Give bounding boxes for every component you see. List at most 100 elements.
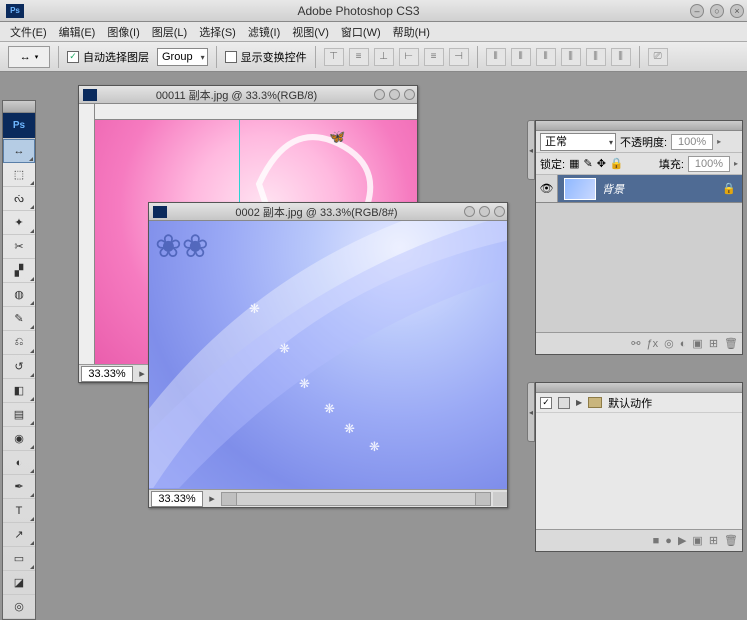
- distribute-right-icon[interactable]: ⫼: [611, 48, 631, 66]
- stop-icon[interactable]: ■: [653, 535, 660, 547]
- doc2-maximize[interactable]: [479, 206, 490, 217]
- lock-pixels-icon[interactable]: ✎: [583, 157, 592, 170]
- heal-tool[interactable]: ◍: [3, 283, 35, 307]
- menu-edit[interactable]: 编辑(E): [53, 22, 102, 42]
- doc1-zoom[interactable]: 33.33%: [81, 366, 133, 382]
- align-top-icon[interactable]: ⊤: [324, 48, 344, 66]
- action-toggle-check[interactable]: ✓: [540, 397, 552, 409]
- new-action-icon[interactable]: ⊞: [709, 534, 718, 547]
- gradient-tool[interactable]: ▤: [3, 403, 35, 427]
- play-icon[interactable]: ▶: [678, 534, 686, 547]
- align-left-icon[interactable]: ⊢: [399, 48, 419, 66]
- new-group-icon[interactable]: ▣: [692, 337, 702, 350]
- type-tool[interactable]: T: [3, 499, 35, 523]
- document-window-2[interactable]: 0002 副本.jpg @ 33.3%(RGB/8#) ❀❀ ❋ ❋ ❋ ❋ ❋…: [148, 202, 508, 508]
- doc2-titlebar[interactable]: 0002 副本.jpg @ 33.3%(RGB/8#): [149, 203, 507, 221]
- eraser-tool[interactable]: ◧: [3, 379, 35, 403]
- actions-list[interactable]: ✓ ▶ 默认动作: [536, 393, 742, 529]
- blend-mode-dropdown[interactable]: 正常: [540, 133, 616, 151]
- lasso-tool[interactable]: ᔔ: [3, 187, 35, 211]
- wand-tool[interactable]: ✦: [3, 211, 35, 235]
- doc2-hscroll[interactable]: [221, 492, 491, 506]
- auto-select-type-dropdown[interactable]: Group: [157, 48, 208, 66]
- doc2-zoom[interactable]: 33.33%: [151, 491, 203, 507]
- layer-name[interactable]: 背景: [602, 181, 722, 197]
- layers-panel-toggle[interactable]: ◂: [527, 120, 535, 180]
- ps-icon[interactable]: Ps: [3, 113, 35, 139]
- dodge-tool[interactable]: ◐: [3, 451, 35, 475]
- ruler-vertical[interactable]: [79, 104, 95, 364]
- auto-select-checkbox[interactable]: ✓: [67, 51, 79, 63]
- quick-mask[interactable]: ◎: [3, 595, 35, 619]
- record-icon[interactable]: ●: [665, 535, 672, 547]
- doc2-info-icon[interactable]: ▸: [205, 492, 219, 505]
- distribute-top-icon[interactable]: ⫴: [486, 48, 506, 66]
- history-brush-tool[interactable]: ↺: [3, 355, 35, 379]
- blur-tool[interactable]: ◉: [3, 427, 35, 451]
- delete-action-icon[interactable]: 🗑: [724, 534, 738, 547]
- align-vcenter-icon[interactable]: ≡: [349, 48, 369, 66]
- stamp-tool[interactable]: ⎌: [3, 331, 35, 355]
- minimize-button[interactable]: –: [690, 4, 704, 18]
- doc1-titlebar[interactable]: 00011 副本.jpg @ 33.3%(RGB/8): [79, 86, 417, 104]
- tools-grip[interactable]: [3, 101, 35, 113]
- close-button[interactable]: ×: [730, 4, 744, 18]
- doc1-close[interactable]: [404, 89, 415, 100]
- layer-fx-icon[interactable]: ƒx: [647, 338, 659, 350]
- maximize-button[interactable]: ○: [710, 4, 724, 18]
- delete-layer-icon[interactable]: 🗑: [724, 337, 738, 350]
- layers-list[interactable]: 👁 背景 🔒: [536, 175, 742, 332]
- crop-tool[interactable]: ✂: [3, 235, 35, 259]
- new-layer-icon[interactable]: ⊞: [709, 337, 718, 350]
- color-swatch[interactable]: ◪: [3, 571, 35, 595]
- slice-tool[interactable]: ▞: [3, 259, 35, 283]
- doc1-minimize[interactable]: [374, 89, 385, 100]
- move-tool[interactable]: ↔: [3, 139, 35, 163]
- align-hcenter-icon[interactable]: ≡: [424, 48, 444, 66]
- link-layers-icon[interactable]: ⚯: [631, 337, 640, 350]
- fill-flyout-icon[interactable]: ▸: [734, 159, 738, 168]
- marquee-tool[interactable]: ⬚: [3, 163, 35, 187]
- lock-position-icon[interactable]: ✥: [597, 157, 606, 170]
- distribute-vcenter-icon[interactable]: ⫴: [511, 48, 531, 66]
- fill-field[interactable]: 100%: [688, 156, 730, 172]
- align-right-icon[interactable]: ⊣: [449, 48, 469, 66]
- pen-tool[interactable]: ✒: [3, 475, 35, 499]
- distribute-bottom-icon[interactable]: ⫴: [536, 48, 556, 66]
- show-transform-checkbox[interactable]: [225, 51, 237, 63]
- doc2-resize-grip[interactable]: [493, 492, 507, 506]
- lock-all-icon[interactable]: 🔒: [610, 157, 624, 170]
- lock-transparency-icon[interactable]: ▦: [569, 157, 579, 170]
- layer-thumbnail[interactable]: [564, 178, 596, 200]
- doc2-canvas[interactable]: ❀❀ ❋ ❋ ❋ ❋ ❋ ❋: [149, 221, 507, 489]
- panel-grip[interactable]: [536, 383, 742, 393]
- align-bottom-icon[interactable]: ⊥: [374, 48, 394, 66]
- menu-select[interactable]: 选择(S): [193, 22, 242, 42]
- menu-help[interactable]: 帮助(H): [387, 22, 436, 42]
- menu-image[interactable]: 图像(I): [101, 22, 145, 42]
- menu-layer[interactable]: 图层(L): [146, 22, 193, 42]
- action-dialog-check[interactable]: [558, 397, 570, 409]
- layer-row-background[interactable]: 👁 背景 🔒: [536, 175, 742, 203]
- action-set-row[interactable]: ✓ ▶ 默认动作: [536, 393, 742, 413]
- opacity-field[interactable]: 100%: [671, 134, 713, 150]
- menu-filter[interactable]: 滤镜(I): [242, 22, 286, 42]
- expand-icon[interactable]: ▶: [576, 398, 582, 407]
- doc2-close[interactable]: [494, 206, 505, 217]
- new-set-icon[interactable]: ▣: [692, 534, 702, 547]
- doc2-minimize[interactable]: [464, 206, 475, 217]
- actions-panel-toggle[interactable]: ◂: [527, 382, 535, 442]
- adjustment-layer-icon[interactable]: ◐: [680, 338, 687, 350]
- layer-visibility-icon[interactable]: 👁: [536, 175, 558, 202]
- shape-tool[interactable]: ▭: [3, 547, 35, 571]
- doc1-maximize[interactable]: [389, 89, 400, 100]
- current-tool-display[interactable]: ↔▾: [8, 46, 50, 68]
- doc1-info-icon[interactable]: ▸: [135, 367, 149, 380]
- distribute-hcenter-icon[interactable]: ⫼: [586, 48, 606, 66]
- brush-tool[interactable]: ✎: [3, 307, 35, 331]
- menu-file[interactable]: 文件(E): [4, 22, 53, 42]
- opacity-flyout-icon[interactable]: ▸: [717, 137, 721, 146]
- auto-align-icon[interactable]: ⎚: [648, 48, 668, 66]
- menu-window[interactable]: 窗口(W): [335, 22, 387, 42]
- path-select-tool[interactable]: ↗: [3, 523, 35, 547]
